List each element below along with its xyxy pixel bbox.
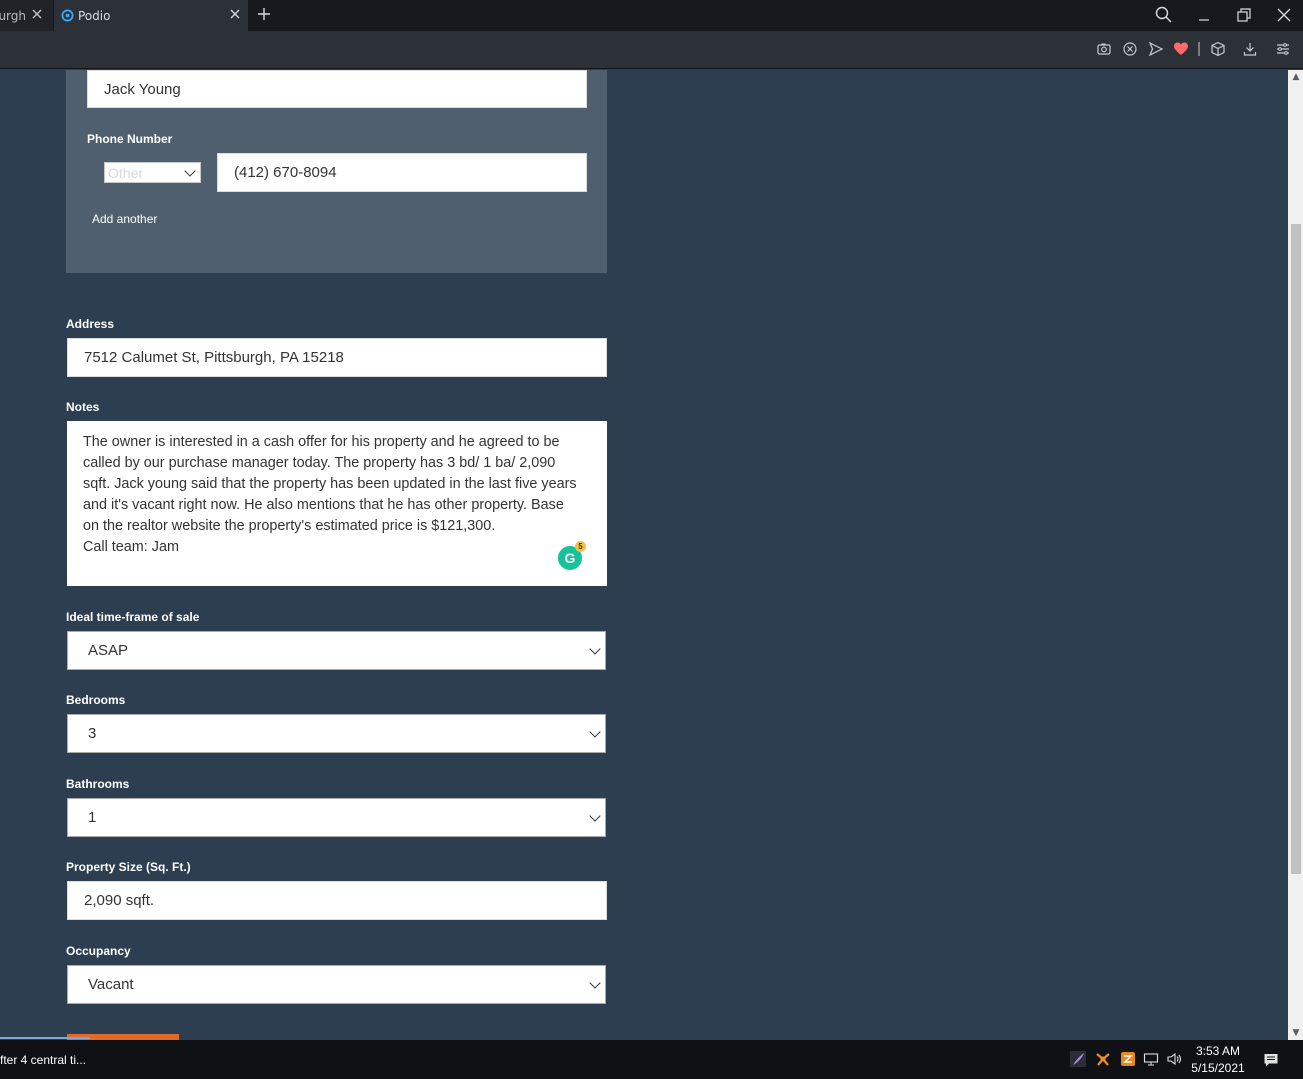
volume-icon[interactable] (1166, 1051, 1182, 1067)
phone-type-select[interactable]: Other (104, 162, 201, 183)
feather-app-icon[interactable] (1070, 1051, 1086, 1067)
add-another-link[interactable]: Add another (92, 212, 157, 226)
occupancy-value: Vacant (88, 976, 134, 993)
address-value: 7512 Calumet St, Pittsburgh, PA 15218 (84, 349, 344, 366)
tab-previous-title: Pittsburgh (0, 8, 26, 23)
chevron-down-icon (589, 642, 601, 655)
clock-date: 5/15/2021 (1191, 1061, 1245, 1075)
send-icon[interactable] (1148, 41, 1164, 57)
download-icon[interactable] (1242, 41, 1258, 57)
restore-icon[interactable] (1234, 5, 1254, 25)
phone-type-value: Other (108, 164, 144, 181)
chevron-down-icon (589, 725, 601, 738)
scroll-down-icon[interactable]: ▼ (1290, 1027, 1302, 1039)
occupancy-label: Occupancy (66, 944, 131, 958)
property-size-input[interactable]: 2,090 sqft. (67, 881, 607, 920)
address-input[interactable]: 7512 Calumet St, Pittsburgh, PA 15218 (67, 338, 607, 377)
system-clock[interactable]: 3:53 AM 5/15/2021 (1186, 1043, 1250, 1077)
notes-label: Notes (66, 400, 100, 414)
network-icon[interactable] (1143, 1051, 1159, 1067)
cube-icon[interactable] (1210, 41, 1226, 57)
chevron-down-icon (589, 809, 601, 822)
scrollbar-thumb[interactable] (1291, 224, 1301, 874)
phone-number-label: Phone Number (87, 132, 173, 146)
notes-textarea[interactable]: The owner is interested in a cash offer … (67, 421, 607, 586)
address-label: Address (66, 317, 115, 331)
close-tab-icon[interactable] (31, 8, 43, 20)
timeframe-select[interactable]: ASAP (67, 631, 606, 670)
occupancy-select[interactable]: Vacant (67, 965, 606, 1004)
tab-previous[interactable]: Pittsburgh (0, 0, 53, 31)
menu-icon[interactable] (1275, 41, 1291, 57)
grammarly-count-badge: 5 (575, 541, 586, 552)
bathrooms-select[interactable]: 1 (67, 798, 606, 837)
new-tab-icon[interactable] (256, 6, 272, 22)
bathrooms-label: Bathrooms (66, 777, 130, 791)
chevron-down-icon (184, 164, 196, 177)
property-size-value: 2,090 sqft. (84, 892, 155, 909)
toolbar-separator (1198, 42, 1200, 56)
search-icon[interactable] (1154, 5, 1174, 25)
phone-number-input[interactable]: (412) 670-8094 (217, 153, 587, 192)
contact-name-value: Jack Young (104, 80, 181, 98)
chevron-down-icon (589, 976, 601, 989)
notification-icon[interactable] (1263, 1052, 1279, 1068)
block-icon[interactable] (1122, 41, 1138, 57)
property-size-label: Property Size (Sq. Ft.) (66, 860, 191, 874)
taskbar-window-item[interactable]: fter 4 central ti... (0, 1040, 90, 1079)
bedrooms-value: 3 (88, 725, 97, 742)
tab-podio[interactable]: Podio (54, 0, 248, 31)
bathrooms-value: 1 (88, 809, 97, 826)
close-tab-icon[interactable] (229, 8, 241, 20)
clock-time: 3:53 AM (1195, 1044, 1241, 1058)
camera-icon[interactable] (1096, 41, 1112, 57)
heart-icon[interactable] (1173, 41, 1189, 57)
podio-form-page: Jack Young Phone Number Other (412) 670-… (0, 70, 1288, 1040)
close-window-icon[interactable] (1274, 5, 1294, 25)
podio-logo-icon (61, 9, 74, 22)
contact-name-input[interactable]: Jack Young (87, 70, 587, 108)
app-tray-icon[interactable] (1120, 1051, 1136, 1067)
minimize-icon[interactable] (1194, 5, 1214, 25)
scroll-up-icon[interactable]: ▲ (1290, 71, 1302, 83)
timeframe-value: ASAP (88, 642, 129, 659)
avast-icon[interactable] (1095, 1051, 1111, 1067)
bedrooms-label: Bedrooms (66, 693, 126, 707)
taskbar-active-indicator (0, 1037, 90, 1039)
timeframe-label: Ideal time-frame of sale (66, 610, 200, 624)
phone-number-value: (412) 670-8094 (234, 164, 337, 181)
bedrooms-select[interactable]: 3 (67, 714, 606, 753)
tab-podio-title: Podio (78, 8, 111, 23)
